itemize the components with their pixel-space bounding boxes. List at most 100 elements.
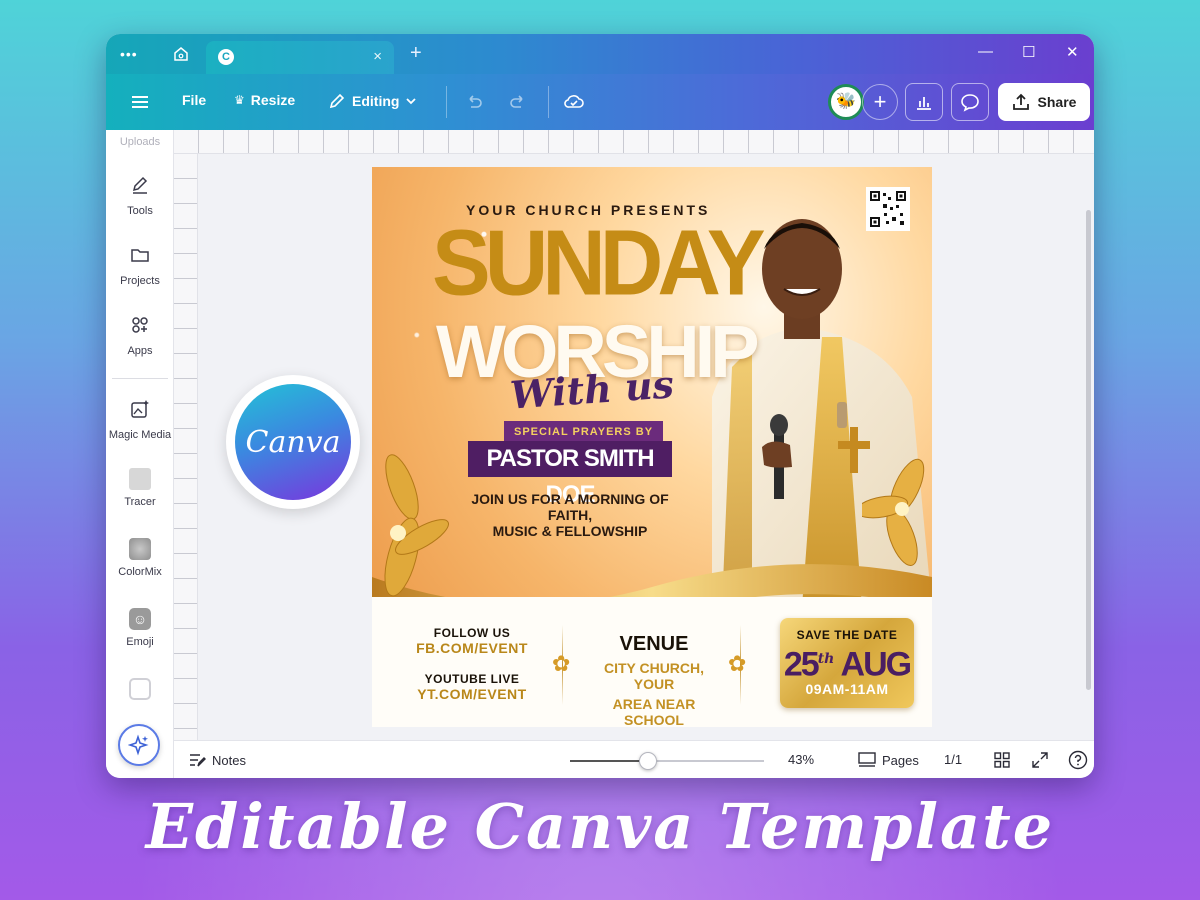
sidebar-item-label: Emoji [126, 636, 154, 648]
new-tab-icon[interactable]: + [410, 42, 422, 65]
sidebar-item-projects[interactable]: Projects [106, 244, 174, 287]
toolbar-divider [446, 86, 447, 118]
flyer-date-card: SAVE THE DATE 25th AUG 09AM-11AM [780, 618, 914, 708]
notes-button[interactable]: Notes [188, 752, 246, 768]
help-icon[interactable] [1068, 750, 1088, 770]
sidebar-item-tools[interactable]: Tools [106, 174, 174, 217]
canva-logo-text: Canva [235, 384, 351, 500]
sparkle-icon [128, 734, 149, 756]
colormix-icon [129, 538, 151, 560]
pen-icon [132, 176, 148, 194]
folder-icon [131, 249, 149, 262]
promo-caption: Editable Canva Template [145, 790, 1055, 863]
editor-toolbar: File ♛ Resize Editing 🐝 + Share [106, 74, 1094, 130]
editing-mode-button[interactable]: Editing [328, 92, 417, 110]
flyer-social-block: FOLLOW US FB.COM/EVENT YOUTUBE LIVE YT.C… [416, 626, 528, 702]
resize-label: Resize [250, 92, 296, 108]
page-count: 1/1 [944, 752, 962, 767]
add-collaborator-button[interactable]: + [862, 84, 898, 120]
venue-line: CITY CHURCH, YOUR [603, 660, 705, 692]
date-day: 25 [783, 645, 820, 684]
sidebar-item-apps[interactable]: Apps [106, 314, 174, 357]
date-month: AUG [840, 645, 913, 684]
flyer-pastor-name: PASTOR SMITH DOE [468, 441, 672, 508]
sidebar-item-emoji[interactable]: ☺ Emoji [106, 608, 174, 648]
toolbar-divider [548, 86, 549, 118]
hamburger-icon[interactable] [128, 90, 152, 114]
zoom-slider-fill [570, 760, 648, 762]
sidebar-item-label: Magic Media [108, 429, 172, 441]
sidebar-item-tracer[interactable]: Tracer [106, 468, 174, 508]
minimize-icon[interactable]: — [978, 43, 993, 60]
flyer-title-sunday: SUNDAY [432, 210, 766, 315]
browser-tab[interactable]: C × [206, 41, 394, 74]
maximize-icon[interactable]: ☐ [1022, 43, 1035, 61]
vertical-scrollbar[interactable] [1086, 210, 1091, 690]
resize-button[interactable]: ♛ Resize [234, 92, 295, 108]
top-ruler [174, 130, 1094, 154]
qr-code-icon [870, 191, 906, 227]
page-count-value: 1/1 [944, 752, 963, 767]
canva-favicon-icon: C [218, 49, 234, 65]
left-sidebar: Uploads Tools Projects Apps Magic Media … [106, 130, 174, 778]
pages-icon [858, 752, 876, 767]
small-flower-icon: ✿ [728, 651, 747, 676]
youtube-value: YT.COM/EVENT [417, 686, 527, 702]
notes-icon [190, 754, 206, 767]
sidebar-item-uploads[interactable]: Uploads [106, 136, 174, 148]
left-ruler [174, 154, 198, 740]
editor-bottom-bar: Notes 43% Pages 1/1 [174, 740, 1094, 778]
zoom-slider[interactable] [570, 752, 764, 770]
share-label: Share [1037, 94, 1077, 110]
crown-icon: ♛ [234, 93, 245, 107]
flyer-design[interactable]: YOUR CHURCH PRESENTS SUNDAY WORSHIP With… [372, 167, 932, 727]
upload-share-icon [1012, 93, 1029, 110]
tab-close-icon[interactable]: × [373, 48, 382, 65]
comment-icon [961, 94, 979, 112]
close-window-icon[interactable]: ✕ [1066, 43, 1079, 61]
comments-button[interactable] [951, 83, 989, 121]
sidebar-item-label: Tools [127, 205, 153, 217]
share-button[interactable]: Share [998, 83, 1090, 121]
redo-icon[interactable] [506, 90, 530, 114]
pages-button[interactable]: Pages [858, 752, 919, 768]
gold-flower-left [384, 454, 449, 597]
venue-title: VENUE [619, 633, 689, 655]
insights-button[interactable] [905, 83, 943, 121]
gold-flower-right [862, 458, 925, 566]
magic-media-icon [131, 400, 149, 418]
zoom-level[interactable]: 43% [788, 752, 814, 767]
title-bar: ••• C × + — ☐ ✕ [106, 34, 1094, 74]
cloud-saved-icon[interactable] [562, 90, 586, 114]
zoom-slider-handle[interactable] [639, 752, 657, 770]
app-icon [129, 678, 151, 700]
zoom-value: 43% [788, 752, 815, 767]
emoji-icon: ☺ [129, 608, 151, 630]
grid-view-icon[interactable] [994, 752, 1010, 768]
flyer-venue-block: VENUE CITY CHURCH, YOUR AREA NEAR SCHOOL [584, 633, 724, 727]
pages-label: Pages [882, 752, 919, 768]
bar-chart-icon [917, 97, 931, 110]
sidebar-item-magic-media[interactable]: Magic Media [106, 398, 174, 441]
fullscreen-icon[interactable] [1032, 752, 1048, 768]
sidebar-item-more[interactable] [106, 678, 174, 706]
file-menu-button[interactable]: File [182, 92, 206, 108]
youtube-label: YOUTUBE LIVE [424, 672, 520, 686]
editing-label: Editing [352, 93, 400, 109]
notes-label: Notes [212, 752, 246, 768]
flyer-join-line: MUSIC & FELLOWSHIP [492, 523, 648, 539]
save-the-date-label: SAVE THE DATE [796, 628, 898, 642]
flyer-special-prayers: SPECIAL PRAYERS BY [504, 421, 664, 443]
more-dots-icon[interactable]: ••• [120, 46, 138, 62]
home-icon[interactable] [172, 45, 190, 63]
sidebar-item-label: Apps [127, 345, 153, 357]
undo-icon[interactable] [462, 90, 486, 114]
user-avatar[interactable]: 🐝 [828, 84, 864, 120]
qr-code [866, 187, 910, 231]
file-label: File [182, 92, 207, 108]
sidebar-item-label: Tracer [124, 496, 156, 508]
date-suffix: th [817, 651, 835, 667]
sidebar-item-colormix[interactable]: ColorMix [106, 538, 174, 578]
magic-assistant-button[interactable] [118, 724, 160, 766]
event-date: 25th AUG [780, 642, 914, 681]
